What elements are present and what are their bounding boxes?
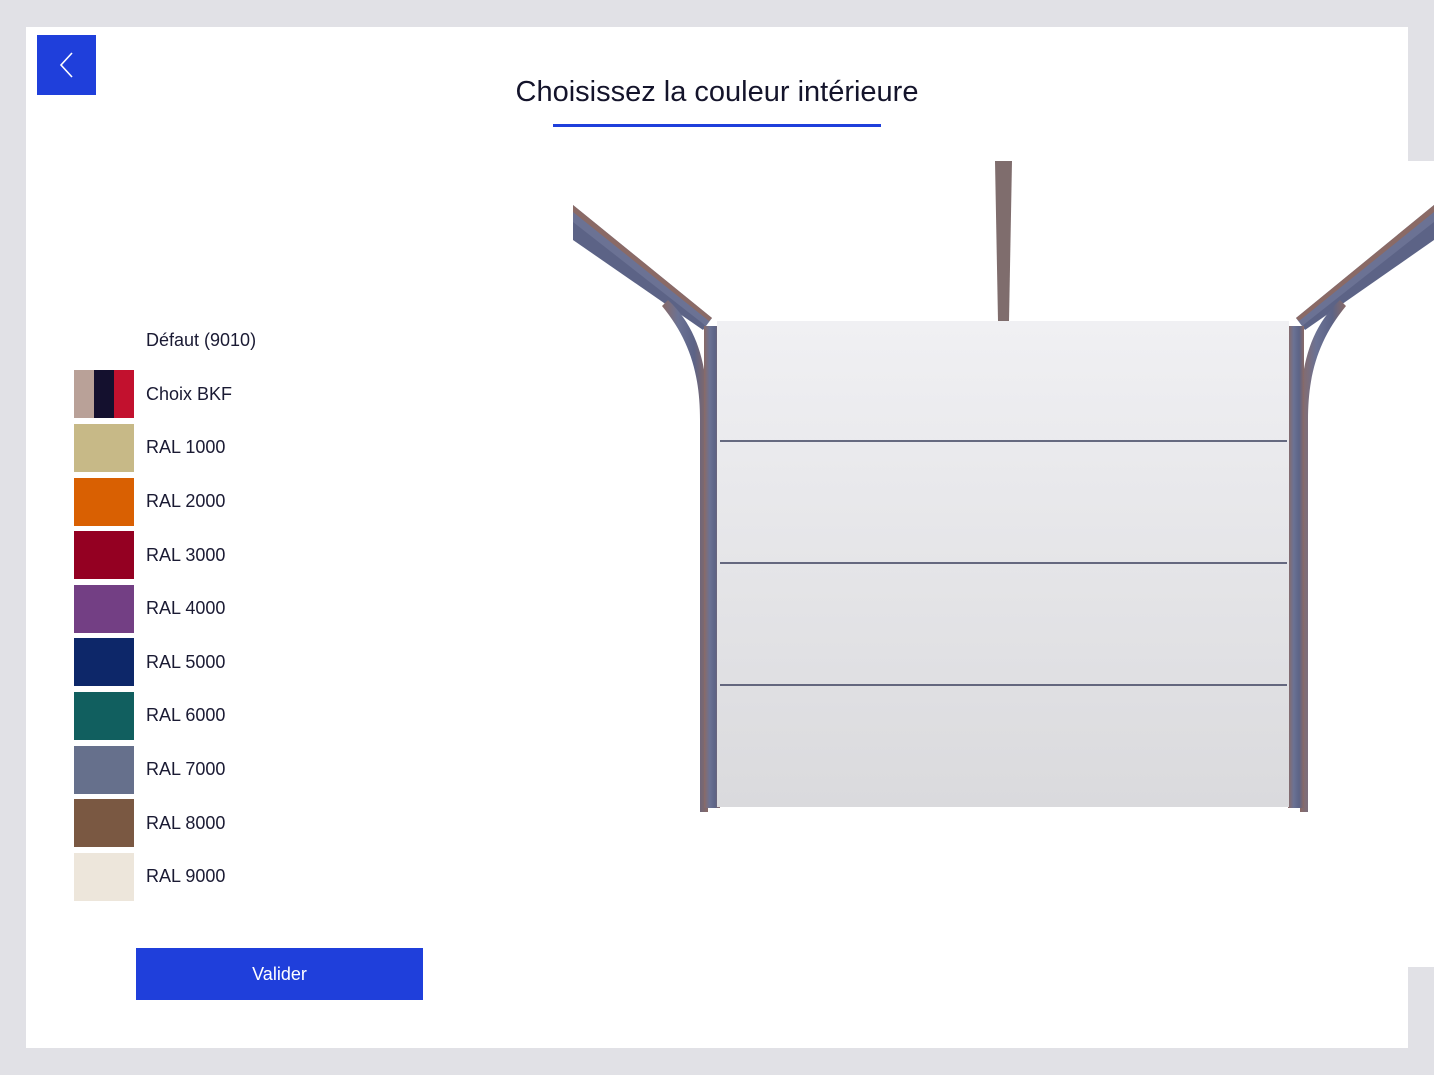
left-rail-curve <box>662 300 708 812</box>
color-option-ral-1000[interactable]: RAL 1000 <box>74 421 256 475</box>
color-swatch <box>74 423 134 472</box>
page-title: Choisissez la couleur intérieure <box>515 76 919 108</box>
color-option-label: Choix BKF <box>146 383 233 404</box>
swatch-stripe <box>114 370 134 419</box>
garage-door-render <box>573 161 1434 812</box>
swatch-stripe <box>94 370 114 419</box>
color-option-label: RAL 3000 <box>146 544 226 565</box>
right-vertical-track <box>1288 326 1304 808</box>
color-swatch <box>74 477 134 526</box>
color-option-ral-7000[interactable]: RAL 7000 <box>74 743 256 797</box>
door-3d-preview[interactable] <box>548 161 1434 967</box>
color-option-label: Défaut (9010) <box>146 330 257 351</box>
color-options-list: Défaut (9010) Choix BKF RAL 1000 RAL 200… <box>74 314 256 904</box>
color-option-ral-4000[interactable]: RAL 4000 <box>74 582 256 636</box>
color-option-label: RAL 5000 <box>146 651 226 672</box>
swatch-stripe <box>74 370 94 419</box>
color-swatch-empty <box>74 317 134 365</box>
color-swatch <box>74 745 134 794</box>
color-swatch-multi <box>74 370 134 419</box>
color-option-ral-3000[interactable]: RAL 3000 <box>74 528 256 582</box>
right-ceiling-rail <box>1296 205 1434 330</box>
color-swatch <box>74 691 134 740</box>
color-swatch <box>74 531 134 580</box>
validate-button[interactable]: Valider <box>136 948 423 1000</box>
color-option-ral-2000[interactable]: RAL 2000 <box>74 475 256 529</box>
color-option-bkf[interactable]: Choix BKF <box>74 368 256 422</box>
color-option-ral-5000[interactable]: RAL 5000 <box>74 636 256 690</box>
color-swatch <box>74 852 134 901</box>
color-option-label: RAL 6000 <box>146 705 226 726</box>
color-option-ral-8000[interactable]: RAL 8000 <box>74 796 256 850</box>
color-option-label: RAL 8000 <box>146 812 226 833</box>
color-option-default[interactable]: Défaut (9010) <box>74 314 256 368</box>
door-leaf <box>717 321 1289 807</box>
color-swatch <box>74 584 134 633</box>
color-swatch <box>74 799 134 848</box>
color-option-label: RAL 9000 <box>146 866 226 887</box>
color-option-ral-6000[interactable]: RAL 6000 <box>74 689 256 743</box>
color-option-ral-9000[interactable]: RAL 9000 <box>74 850 256 904</box>
color-swatch <box>74 638 134 687</box>
color-option-label: RAL 1000 <box>146 437 226 458</box>
opener-arm <box>995 161 1012 321</box>
color-option-label: RAL 2000 <box>146 491 226 512</box>
title-underline <box>553 124 881 127</box>
color-option-label: RAL 4000 <box>146 598 226 619</box>
right-rail-curve <box>1300 300 1346 812</box>
left-ceiling-rail <box>573 205 712 330</box>
color-option-label: RAL 7000 <box>146 759 226 780</box>
